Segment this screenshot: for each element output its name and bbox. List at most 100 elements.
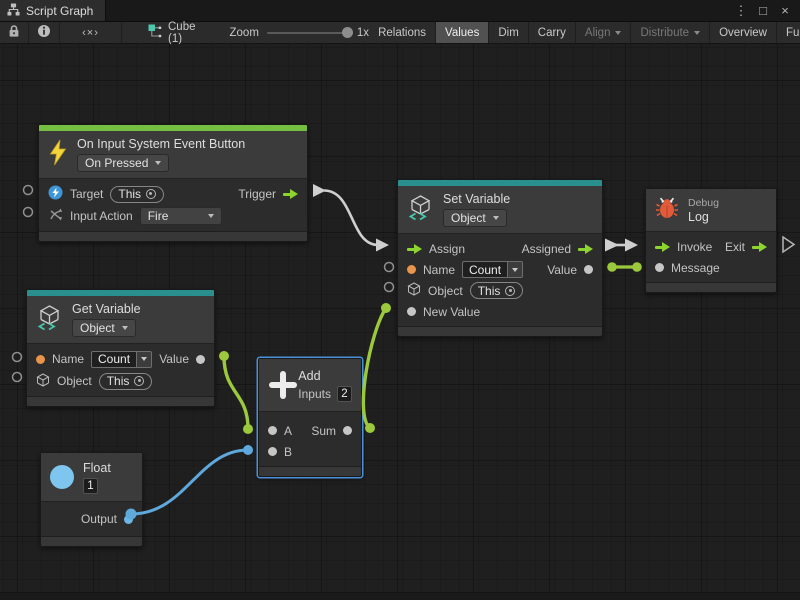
name-port-label: Name	[423, 263, 455, 277]
loose-port-ring[interactable]	[24, 208, 33, 217]
node-footer[interactable]	[398, 326, 602, 336]
graph-node-icon	[148, 24, 162, 41]
align-button[interactable]: Align	[576, 22, 632, 43]
value-port-label: Value	[159, 352, 189, 366]
flow-wire-end-arrow	[625, 239, 638, 252]
lightning-icon	[48, 139, 68, 171]
node-footer[interactable]	[259, 466, 361, 476]
window-controls: ⋮ □ ×	[732, 0, 800, 21]
object-field-value: This	[107, 374, 130, 388]
code-view-button[interactable]: ‹×›	[60, 22, 122, 43]
object-field[interactable]: This	[470, 282, 524, 299]
cube-icon	[407, 282, 421, 299]
dropdown-button[interactable]	[136, 351, 152, 368]
input-action-dropdown[interactable]: Fire	[140, 207, 222, 225]
flow-wire-start-arrow	[313, 184, 326, 197]
node-footer[interactable]	[41, 536, 142, 546]
object-picker-icon[interactable]	[134, 376, 144, 386]
float-circle-icon	[50, 465, 74, 489]
event-mode-dropdown[interactable]: On Pressed	[77, 154, 169, 172]
variable-name-dropdown[interactable]: Count	[91, 351, 152, 368]
node-footer[interactable]	[27, 396, 214, 406]
overview-button[interactable]: Overview	[710, 22, 777, 43]
distribute-label: Distribute	[640, 27, 689, 39]
graph-canvas[interactable]: On Input System Event Button On Pressed …	[0, 44, 800, 600]
loose-port-ring[interactable]	[385, 263, 394, 272]
close-icon[interactable]: ×	[776, 2, 794, 20]
node-footer[interactable]	[646, 282, 776, 292]
chevron-down-icon	[615, 31, 621, 35]
dim-button[interactable]: Dim	[489, 22, 528, 43]
object-field[interactable]: This	[99, 373, 153, 390]
values-label: Values	[445, 27, 479, 39]
trigger-flow-port[interactable]	[283, 189, 298, 200]
variable-cube-icon	[36, 304, 63, 336]
node-debug-log[interactable]: Debug Log Invoke Exit Message	[645, 188, 777, 293]
variable-cube-icon	[407, 194, 434, 226]
exit-port-label: Exit	[725, 240, 745, 254]
get-variable-scope-dropdown[interactable]: Object	[72, 319, 136, 337]
dropdown-button[interactable]	[507, 261, 523, 278]
node-set-variable[interactable]: Set Variable Object Assign Assigned Name	[397, 179, 603, 337]
wire-endpoint	[381, 303, 391, 313]
input-action-value: Fire	[148, 209, 169, 223]
wire-endpoint	[365, 423, 375, 433]
lock-icon	[8, 24, 20, 41]
maximize-icon[interactable]: □	[754, 2, 772, 20]
chevron-down-icon	[512, 268, 518, 272]
sum-port[interactable]	[343, 426, 352, 435]
cube-icon	[36, 373, 50, 390]
trigger-port-label: Trigger	[238, 187, 276, 201]
loose-port-ring[interactable]	[24, 186, 33, 195]
distribute-button[interactable]: Distribute	[631, 22, 710, 43]
b-port[interactable]	[268, 447, 277, 456]
carry-button[interactable]: Carry	[529, 22, 576, 43]
lock-button[interactable]	[0, 22, 29, 43]
new-value-port[interactable]	[407, 307, 416, 316]
node-float[interactable]: Float 1 Output	[40, 452, 143, 547]
graph-toolbar: ‹×› Cube (1) Zoom 1x Relations Values Di…	[0, 22, 800, 44]
inputs-count-field[interactable]: 2	[337, 386, 352, 402]
inspect-button[interactable]	[29, 22, 60, 43]
name-port[interactable]	[407, 265, 416, 274]
tab-title: Script Graph	[26, 4, 93, 18]
variable-name-dropdown[interactable]: Count	[462, 261, 523, 278]
node-add[interactable]: Add Inputs 2 A Sum	[258, 358, 362, 477]
exit-flow-port[interactable]	[752, 241, 767, 252]
object-picker-icon[interactable]	[146, 189, 156, 199]
zoom-slider[interactable]	[267, 32, 349, 34]
object-picker-icon[interactable]	[505, 286, 515, 296]
value-port[interactable]	[196, 355, 205, 364]
value-wire-float-b	[131, 450, 248, 514]
loose-port-ring[interactable]	[13, 373, 22, 382]
relations-button[interactable]: Relations	[369, 22, 436, 43]
float-value-field[interactable]: 1	[83, 478, 98, 494]
input-action-port-label: Input Action	[70, 209, 133, 223]
zoom-slider-handle[interactable]	[342, 27, 353, 38]
fullscreen-button[interactable]: Full Screen	[777, 22, 800, 43]
target-object-field[interactable]: This	[110, 186, 164, 203]
flow-wire-start-arrow	[605, 239, 619, 252]
a-port[interactable]	[268, 426, 277, 435]
assign-flow-port[interactable]	[407, 243, 422, 254]
message-port[interactable]	[655, 263, 664, 272]
node-get-variable[interactable]: Get Variable Object Name Count Value	[26, 289, 215, 407]
invoke-flow-port[interactable]	[655, 241, 670, 252]
output-port[interactable]	[124, 515, 133, 524]
node-footer[interactable]	[39, 231, 307, 241]
menu-icon[interactable]: ⋮	[732, 2, 750, 20]
loose-port-ring[interactable]	[13, 353, 22, 362]
loose-port-ring[interactable]	[385, 283, 394, 292]
zoom-control: Zoom 1x	[230, 22, 370, 43]
set-variable-scope-dropdown[interactable]: Object	[443, 209, 507, 227]
node-on-input-system-event-button[interactable]: On Input System Event Button On Pressed …	[38, 124, 308, 242]
value-port[interactable]	[584, 265, 593, 274]
loose-flow-port-triangle[interactable]	[783, 237, 794, 252]
name-port[interactable]	[36, 355, 45, 364]
assigned-flow-port[interactable]	[578, 243, 593, 254]
graph-breadcrumb[interactable]: Cube (1)	[140, 22, 204, 43]
variable-name-value: Count	[462, 261, 507, 278]
tab-script-graph[interactable]: Script Graph	[0, 0, 106, 21]
values-button[interactable]: Values	[436, 22, 489, 43]
tab-bar: Script Graph ⋮ □ ×	[0, 0, 800, 22]
